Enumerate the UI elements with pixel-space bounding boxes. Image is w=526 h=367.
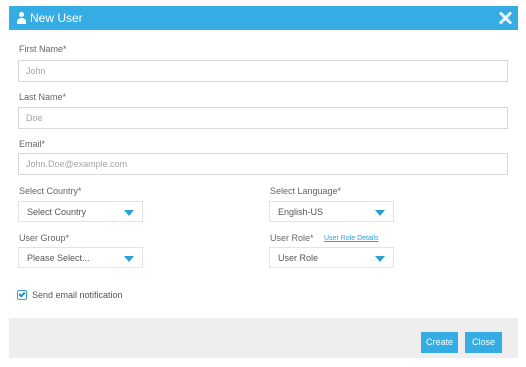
last-name-input[interactable]: [18, 107, 508, 129]
user-group-select-value: Please Select...: [27, 253, 90, 263]
user-group-label: User Group*: [19, 233, 70, 243]
checkmark-icon: [18, 290, 26, 298]
first-name-input[interactable]: [18, 60, 508, 82]
last-name-label: Last Name*: [19, 92, 67, 102]
user-role-label: User Role*: [270, 233, 314, 243]
user-role-select-value: User Role: [278, 253, 319, 263]
close-button[interactable]: Close: [465, 332, 502, 353]
country-select-value: Select Country: [27, 207, 87, 217]
send-email-checkbox[interactable]: [17, 290, 27, 300]
dialog-titlebar: New User: [9, 6, 518, 30]
email-label: Email*: [19, 139, 46, 149]
user-group-select[interactable]: Please Select...: [18, 247, 143, 268]
country-select[interactable]: Select Country: [18, 201, 143, 222]
chevron-down-icon: [124, 256, 134, 262]
language-select-value: English-US: [278, 207, 324, 217]
language-select[interactable]: English-US: [269, 201, 394, 222]
user-role-select[interactable]: User Role: [269, 247, 394, 268]
email-input[interactable]: [18, 153, 508, 175]
chevron-down-icon: [375, 210, 385, 216]
chevron-down-icon: [375, 256, 385, 262]
dialog-footer: Create Close: [9, 318, 518, 358]
user-icon: [17, 12, 26, 24]
user-role-details-link[interactable]: User Role Details: [324, 234, 378, 243]
close-icon[interactable]: [496, 9, 514, 27]
new-user-dialog: New User First Name* Last Name* Email* S…: [9, 6, 518, 358]
first-name-label: First Name*: [19, 44, 67, 54]
send-email-label: Send email notification: [32, 290, 123, 300]
chevron-down-icon: [124, 210, 134, 216]
dialog-title: New User: [30, 11, 83, 25]
country-label: Select Country*: [19, 186, 82, 196]
language-label: Select Language*: [270, 186, 342, 196]
create-button[interactable]: Create: [421, 332, 458, 353]
